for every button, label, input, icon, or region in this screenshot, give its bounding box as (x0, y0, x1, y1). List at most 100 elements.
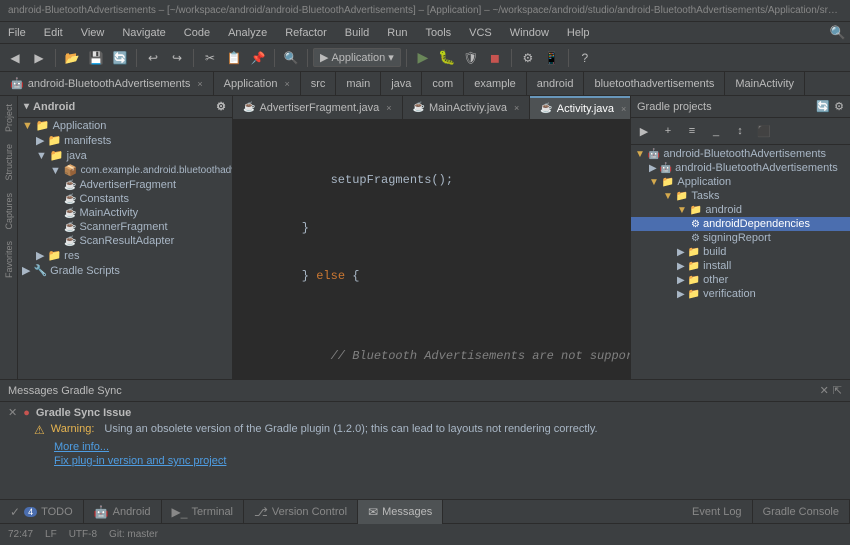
save-btn[interactable]: 💾 (85, 47, 107, 69)
breadcrumb-project[interactable]: 🤖 android-BluetoothAdvertisements × (0, 72, 214, 96)
tree-item-manifests[interactable]: ▶ 📁 manifests (18, 133, 232, 148)
gradle-settings-btn[interactable]: ⚙ (834, 100, 844, 113)
maximize-panel-btn[interactable]: ⇱ (833, 384, 842, 397)
menu-help[interactable]: Help (563, 27, 594, 39)
editor-tab-mainactivity[interactable]: ☕ MainActiviy.java × (403, 96, 531, 120)
gradle-item-signing[interactable]: ⚙ signingReport (631, 231, 850, 245)
tree-item-mainactivity[interactable]: ☕ MainActivity (18, 206, 232, 220)
help-icon-btn[interactable]: ? (574, 47, 596, 69)
tree-item-advertiser[interactable]: ☕ AdvertiserFragment (18, 178, 232, 192)
menu-code[interactable]: Code (180, 27, 214, 39)
fix-plugin-link[interactable]: Fix plug-in version and sync project (54, 455, 226, 467)
open-btn[interactable]: 📂 (61, 47, 83, 69)
code-editor[interactable]: setupFragments(); } } else { (233, 120, 630, 379)
gradle-item-verification[interactable]: ▶ 📁 verification (631, 287, 850, 301)
gradle-console-btn[interactable]: Gradle Console (753, 500, 850, 524)
project-tab-btn[interactable]: Project (2, 100, 16, 136)
run-btn[interactable]: ▶ (412, 47, 434, 69)
undo-btn[interactable]: ↩ (142, 47, 164, 69)
gradle-item-build[interactable]: ▶ 📁 build (631, 245, 850, 259)
tree-item-application[interactable]: ▼ 📁 Application (18, 118, 232, 133)
breadcrumb-example[interactable]: example (464, 72, 527, 96)
structure-tab-btn[interactable]: Structure (2, 140, 16, 185)
messages-tab[interactable]: ✉ Messages (358, 500, 443, 524)
close-icon[interactable]: × (197, 79, 202, 89)
gradle-collapse-btn[interactable]: _ (705, 120, 727, 142)
stop-btn[interactable]: ◼ (484, 47, 506, 69)
menu-analyze[interactable]: Analyze (224, 27, 271, 39)
sync-btn[interactable]: 🔄 (109, 47, 131, 69)
terminal-tab[interactable]: ▶_ Terminal (162, 500, 244, 524)
breadcrumb-com[interactable]: com (422, 72, 464, 96)
tree-item-java[interactable]: ▼ 📁 java (18, 148, 232, 163)
tree-item-constants[interactable]: ☕ Constants (18, 192, 232, 206)
menu-edit[interactable]: Edit (40, 27, 67, 39)
breadcrumb-java[interactable]: java (381, 72, 422, 96)
gradle-expand-btn[interactable]: ≡ (681, 120, 703, 142)
menu-refactor[interactable]: Refactor (281, 27, 331, 39)
breadcrumb-application[interactable]: Application × (214, 72, 301, 96)
tree-item-package[interactable]: ▼ 📦 com.example.android.bluetoothadverti… (18, 163, 232, 178)
close-tab-icon2[interactable]: × (514, 103, 519, 113)
captures-tab-btn[interactable]: Captures (2, 189, 16, 234)
event-log-btn[interactable]: Event Log (682, 500, 753, 524)
close-icon2[interactable]: ✕ (8, 406, 17, 419)
tree-item-scanner[interactable]: ☕ ScannerFragment (18, 220, 232, 234)
close-tab-icon[interactable]: × (386, 103, 391, 113)
paste-btn[interactable]: 📌 (247, 47, 269, 69)
menu-run[interactable]: Run (383, 27, 411, 39)
app-selector[interactable]: ▶ Application ▾ (313, 48, 401, 67)
tree-item-scanresult[interactable]: ☕ ScanResultAdapter (18, 234, 232, 248)
gradle-item-android[interactable]: ▼ 📁 android (631, 203, 850, 217)
breadcrumb-bluetoothadvertisements[interactable]: bluetoothadvertisements (584, 72, 725, 96)
gradle-item-tasks[interactable]: ▼ 📁 Tasks (631, 189, 850, 203)
gradle-item-other[interactable]: ▶ 📁 other (631, 273, 850, 287)
cut-btn[interactable]: ✂ (199, 47, 221, 69)
coverage-btn[interactable]: 🛡 (460, 47, 482, 69)
more-info-link[interactable]: More info... (54, 441, 109, 453)
menu-tools[interactable]: Tools (421, 27, 455, 39)
breadcrumb-mainactivity[interactable]: MainActivity (725, 72, 805, 96)
back-btn[interactable]: ◀ (4, 47, 26, 69)
gradle-sort-btn[interactable]: ↕ (729, 120, 751, 142)
menu-window[interactable]: Window (506, 27, 553, 39)
breadcrumb-android[interactable]: android (527, 72, 585, 96)
redo-btn[interactable]: ↪ (166, 47, 188, 69)
search-icon[interactable]: 🔍 (830, 25, 846, 41)
gradle-item-application[interactable]: ▼ 📁 Application (631, 175, 850, 189)
tree-item-gradle-scripts[interactable]: ▶ 🔧 Gradle Scripts (18, 263, 232, 278)
avd-btn[interactable]: 📱 (541, 47, 563, 69)
android-tab[interactable]: 🤖 Android (84, 500, 162, 524)
version-control-tab[interactable]: ⎇ Version Control (244, 500, 358, 524)
gear-icon[interactable]: ⚙ (216, 100, 226, 113)
sdk-btn[interactable]: ⚙ (517, 47, 539, 69)
gradle-item-root[interactable]: ▼ 🤖 android-BluetoothAdvertisements (631, 147, 850, 161)
copy-btn[interactable]: 📋 (223, 47, 245, 69)
gradle-toggle-btn[interactable]: + (657, 120, 679, 142)
gradle-item-install[interactable]: ▶ 📁 install (631, 259, 850, 273)
gradle-run-btn[interactable]: ▶ (633, 120, 655, 142)
find-btn[interactable]: 🔍 (280, 47, 302, 69)
favorites-tab-btn[interactable]: Favorites (2, 237, 16, 282)
forward-btn[interactable]: ▶ (28, 47, 50, 69)
editor-tab-advertiser[interactable]: ☕ AdvertiserFragment.java × (233, 96, 403, 120)
gradle-item-project[interactable]: ▶ 🤖 android-BluetoothAdvertisements (631, 161, 850, 175)
close-tab-icon3[interactable]: × (621, 104, 626, 114)
editor-tab-activity[interactable]: ☕ Activity.java × (530, 96, 630, 120)
menu-build[interactable]: Build (341, 27, 373, 39)
close-icon[interactable]: × (284, 79, 289, 89)
tree-item-res[interactable]: ▶ 📁 res (18, 248, 232, 263)
close-panel-btn[interactable]: ✕ (820, 384, 829, 397)
gradle-group-btn[interactable]: ⬛ (753, 120, 775, 142)
menu-navigate[interactable]: Navigate (118, 27, 169, 39)
android-dropdown-icon[interactable]: ▾ (24, 101, 29, 112)
todo-tab[interactable]: ✓ 4 TODO (0, 500, 84, 524)
menu-vcs[interactable]: VCS (465, 27, 496, 39)
gradle-refresh-btn[interactable]: 🔄 (816, 100, 830, 113)
menu-file[interactable]: File (4, 27, 30, 39)
breadcrumb-main[interactable]: main (336, 72, 381, 96)
debug-btn[interactable]: 🐛 (436, 47, 458, 69)
gradle-item-android-deps[interactable]: ⚙ androidDependencies (631, 217, 850, 231)
menu-view[interactable]: View (77, 27, 109, 39)
breadcrumb-src[interactable]: src (301, 72, 337, 96)
